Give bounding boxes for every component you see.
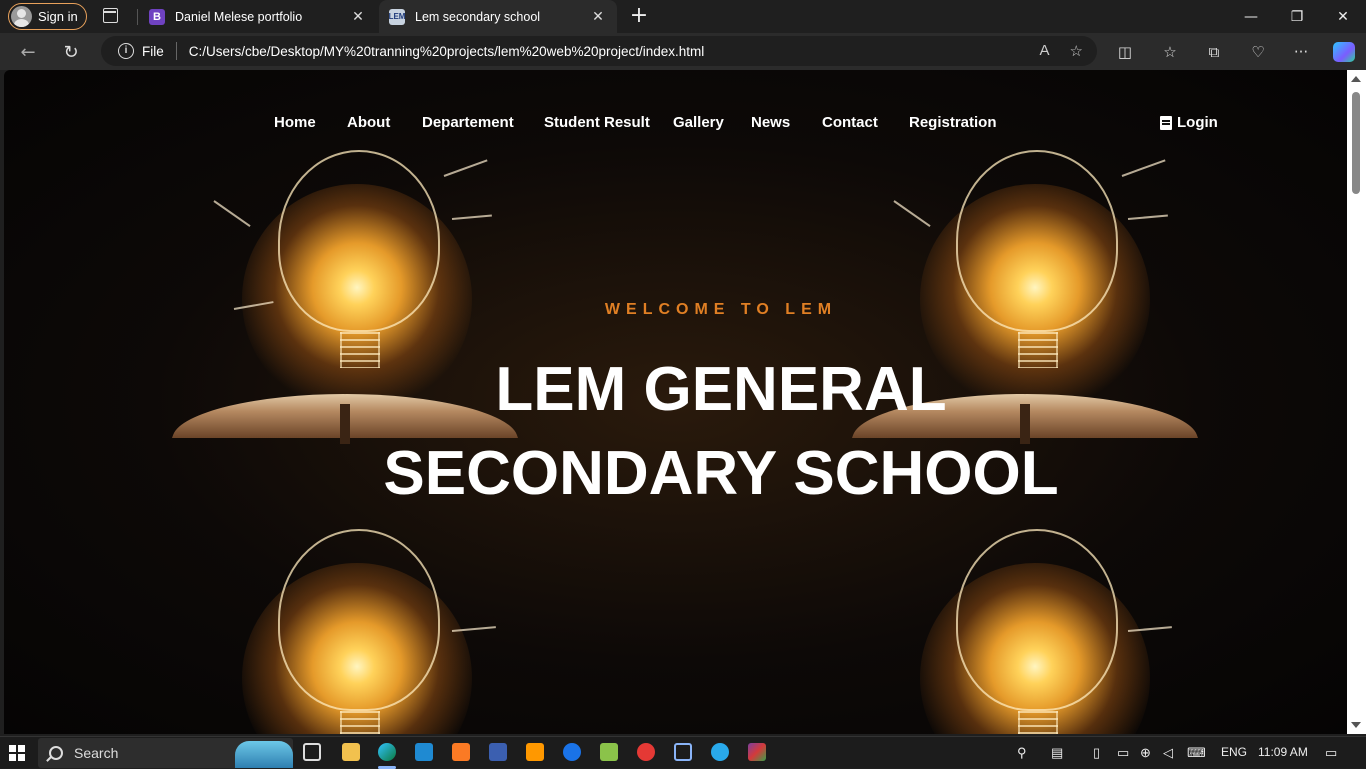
keyboard-icon[interactable]: ⌨	[1187, 745, 1206, 761]
winrar-icon[interactable]	[748, 743, 766, 761]
tab-close-icon[interactable]: ✕	[591, 9, 605, 23]
close-window-button[interactable]: ✕	[1320, 0, 1366, 33]
address-bar[interactable]: i File C:/Users/cbe/Desktop/MY%20trannin…	[101, 36, 1097, 66]
split-screen-icon[interactable]: ◫	[1115, 42, 1135, 62]
nav-student-result-link[interactable]: Student Result	[544, 114, 650, 131]
url-text[interactable]: C:/Users/cbe/Desktop/MY%20tranning%20pro…	[189, 44, 705, 59]
network-globe-icon[interactable]: ⊕	[1140, 745, 1151, 761]
profile-signin-button[interactable]: Sign in	[8, 3, 87, 30]
people-icon[interactable]: ⚲	[1017, 745, 1027, 761]
light-ray	[451, 214, 492, 220]
windows-taskbar: Search ⚲ ▤ ▯ ▭ ⊕ ◁ ⌨ ENG 11:09 AM ▭	[0, 736, 1366, 769]
tray-overflow-icon[interactable]: ▯	[1093, 745, 1100, 761]
scrollbar-thumb[interactable]	[1352, 92, 1360, 194]
vscode-icon[interactable]	[415, 743, 433, 761]
app-icon[interactable]	[489, 743, 507, 761]
login-label: Login	[1177, 114, 1218, 131]
taskbar-search-box[interactable]: Search	[38, 738, 293, 768]
battery-icon[interactable]: ▭	[1117, 745, 1129, 761]
new-tab-button[interactable]: +	[629, 5, 649, 27]
address-divider	[175, 42, 177, 60]
nav-news-link[interactable]: News	[751, 114, 790, 131]
lightbulb-base	[1018, 711, 1058, 734]
language-indicator[interactable]: ENG	[1221, 745, 1247, 759]
login-book-icon	[1160, 115, 1172, 130]
browser-essentials-icon[interactable]: ♡	[1248, 42, 1268, 62]
scroll-up-arrow-icon[interactable]	[1351, 76, 1361, 82]
refresh-button[interactable]: ↻	[58, 39, 84, 65]
tab-title: Lem secondary school	[415, 9, 541, 24]
tab-close-icon[interactable]: ✕	[351, 9, 365, 23]
welcome-subtitle: WELCOME TO LEM	[604, 301, 838, 318]
nav-registration-link[interactable]: Registration	[909, 114, 997, 131]
file-explorer-icon[interactable]	[342, 743, 360, 761]
hero-title-line1: LEM GENERAL	[495, 355, 947, 424]
nav-contact-link[interactable]: Contact	[822, 114, 878, 131]
telegram-icon[interactable]	[711, 743, 729, 761]
app-icon[interactable]	[563, 743, 581, 761]
site-navigation: Home About Departement Student Result Ga…	[4, 70, 1347, 170]
favorite-star-icon[interactable]: ☆	[1070, 42, 1083, 60]
bootstrap-favicon-icon: B	[149, 8, 165, 25]
more-menu-icon[interactable]: ···	[1291, 42, 1311, 62]
site-info-icon[interactable]: i	[118, 43, 134, 59]
hero-title-line2: SECONDARY SCHOOL	[383, 439, 1059, 508]
read-aloud-icon[interactable]: A	[1040, 42, 1050, 60]
app-icon[interactable]	[674, 743, 692, 761]
notification-icon[interactable]: ▭	[1325, 745, 1337, 761]
browser-tab-bar: Sign in B Daniel Melese portfolio ✕ LEM …	[0, 0, 1366, 33]
back-button[interactable]: ←	[15, 39, 41, 65]
browser-toolbar: ← ↻ i File C:/Users/cbe/Desktop/MY%20tra…	[0, 33, 1366, 70]
tab-title: Daniel Melese portfolio	[175, 9, 303, 24]
nav-departement-link[interactable]: Departement	[422, 114, 514, 131]
tab-lem-secondary-school[interactable]: LEM Lem secondary school ✕	[379, 0, 617, 33]
volume-icon[interactable]: ◁	[1163, 745, 1173, 761]
light-ray	[213, 200, 251, 228]
scroll-down-arrow-icon[interactable]	[1351, 722, 1361, 728]
app-icon[interactable]	[637, 743, 655, 761]
minimize-button[interactable]: —	[1228, 0, 1274, 33]
search-placeholder: Search	[74, 745, 119, 761]
tab-daniel-melese-portfolio[interactable]: B Daniel Melese portfolio ✕	[139, 0, 377, 33]
light-ray	[893, 200, 931, 228]
xampp-icon[interactable]	[452, 743, 470, 761]
task-view-icon[interactable]	[303, 743, 321, 761]
nav-gallery-link[interactable]: Gallery	[673, 114, 724, 131]
tab-divider	[137, 9, 138, 25]
lightbulb-outline	[278, 529, 440, 711]
copilot-icon[interactable]	[1333, 42, 1355, 62]
nav-about-link[interactable]: About	[347, 114, 390, 131]
search-highlight-image	[235, 741, 293, 768]
page-scrollbar[interactable]	[1347, 70, 1366, 734]
page-viewport: Home About Departement Student Result Ga…	[4, 70, 1347, 734]
restore-button[interactable]: ❐	[1274, 0, 1320, 33]
sublime-text-icon[interactable]	[526, 743, 544, 761]
collections-icon[interactable]: ⧉	[1204, 42, 1224, 62]
lightbulb-base	[340, 711, 380, 734]
nav-home-link[interactable]: Home	[274, 114, 316, 131]
favorites-icon[interactable]: ☆	[1160, 42, 1180, 62]
login-link[interactable]: Login	[1160, 114, 1218, 131]
hero-title: LEM GENERAL SECONDARY SCHOOL	[4, 348, 1347, 516]
address-actions: A ☆	[1040, 42, 1083, 60]
edge-browser-icon[interactable]	[378, 743, 396, 761]
light-ray	[1127, 214, 1168, 220]
notepad-icon[interactable]	[600, 743, 618, 761]
news-widget-icon[interactable]: ▤	[1051, 745, 1063, 761]
windows-start-icon[interactable]	[9, 745, 25, 761]
search-icon	[49, 746, 63, 760]
avatar-icon	[11, 6, 32, 27]
lightbulb-outline	[956, 529, 1118, 711]
school-favicon-icon: LEM	[389, 8, 405, 25]
clock[interactable]: 11:09 AM	[1258, 745, 1308, 759]
signin-label: Sign in	[38, 9, 78, 24]
tab-actions-icon[interactable]	[103, 8, 118, 23]
scheme-label: File	[142, 43, 164, 59]
